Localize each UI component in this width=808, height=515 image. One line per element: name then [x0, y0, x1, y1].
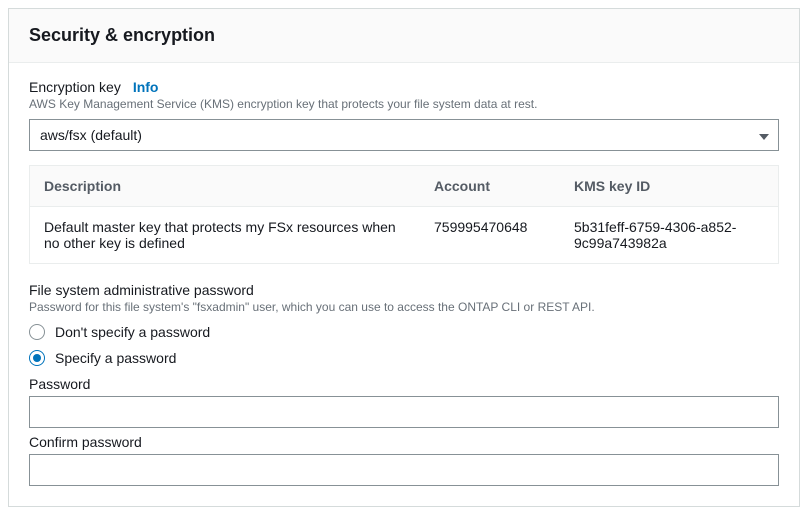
radio-dot-icon [33, 354, 41, 362]
kms-cell-description: Default master key that protects my FSx … [30, 207, 420, 263]
encryption-key-label: Encryption key [29, 79, 121, 95]
confirm-password-input[interactable] [29, 454, 779, 486]
confirm-password-field: Confirm password [29, 434, 779, 486]
password-label: Password [29, 376, 779, 392]
radio-dont-specify[interactable]: Don't specify a password [29, 324, 779, 340]
kms-header-description: Description [30, 166, 420, 206]
encryption-key-select[interactable]: aws/fsx (default) [29, 119, 779, 151]
admin-password-radio-group: Don't specify a password Specify a passw… [29, 324, 779, 366]
kms-cell-keyid: 5b31feff-6759-4306-a852-9c99a743982a [560, 207, 778, 263]
kms-key-table: Description Account KMS key ID Default m… [29, 165, 779, 264]
radio-icon [29, 324, 45, 340]
encryption-key-label-row: Encryption key Info [29, 79, 779, 95]
encryption-key-description: AWS Key Management Service (KMS) encrypt… [29, 97, 779, 111]
panel-header: Security & encryption [9, 9, 799, 63]
panel-title: Security & encryption [29, 25, 779, 46]
info-link[interactable]: Info [133, 79, 159, 95]
admin-password-label: File system administrative password [29, 282, 779, 298]
kms-table-header: Description Account KMS key ID [30, 166, 778, 207]
password-input[interactable] [29, 396, 779, 428]
radio-dont-specify-label: Don't specify a password [55, 324, 210, 340]
password-field: Password [29, 376, 779, 428]
encryption-key-select-value: aws/fsx (default) [29, 119, 779, 151]
kms-header-account: Account [420, 166, 560, 206]
confirm-password-label: Confirm password [29, 434, 779, 450]
admin-password-section: File system administrative password Pass… [29, 282, 779, 486]
security-encryption-panel: Security & encryption Encryption key Inf… [8, 8, 800, 507]
kms-cell-account: 759995470648 [420, 207, 560, 263]
admin-password-description: Password for this file system's "fsxadmi… [29, 300, 779, 314]
table-row: Default master key that protects my FSx … [30, 207, 778, 263]
kms-header-keyid: KMS key ID [560, 166, 778, 206]
radio-icon-selected [29, 350, 45, 366]
radio-specify-label: Specify a password [55, 350, 176, 366]
radio-specify[interactable]: Specify a password [29, 350, 779, 366]
panel-body: Encryption key Info AWS Key Management S… [9, 63, 799, 506]
